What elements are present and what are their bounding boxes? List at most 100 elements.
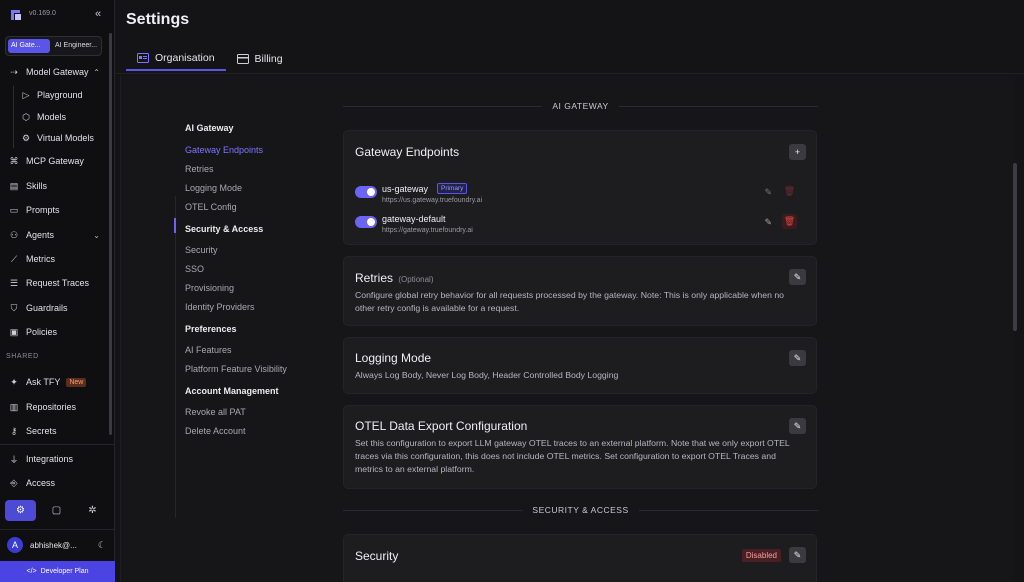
workspace-tab-ai-engineering[interactable]: AI Engineer... <box>52 39 98 53</box>
plug-icon: ⏚ <box>9 454 19 465</box>
tab-label: Billing <box>254 53 283 65</box>
sidebar-item-ask-tfy[interactable]: ✦ Ask TFY New <box>0 371 108 393</box>
subnav-item-gateway-endpoints[interactable]: Gateway Endpoints <box>185 145 263 155</box>
trash-icon[interactable]: 🗑 <box>782 214 797 229</box>
subnav-item-sso[interactable]: SSO <box>185 264 204 274</box>
main-content: Settings Organisation Billing AI Gateway… <box>115 0 1024 582</box>
agent-icon: ⚇ <box>9 229 19 240</box>
tab-billing[interactable]: Billing <box>226 47 294 71</box>
sidebar-item-metrics[interactable]: ⟋ Metrics <box>0 248 108 270</box>
section-divider-security-access: SECURITY & ACCESS <box>343 504 819 516</box>
subnav-group-ai-gateway: AI Gateway <box>185 123 234 133</box>
shield-icon: ⛉ <box>10 302 18 313</box>
new-badge: New <box>66 377 87 387</box>
sidebar-item-label: Skills <box>26 181 48 191</box>
endpoint-toggle[interactable] <box>355 186 377 198</box>
subnav-item-ai-features[interactable]: AI Features <box>185 345 232 355</box>
sidebar-item-virtual-models[interactable]: ⚙ Virtual Models <box>0 127 108 149</box>
card-description: Always Log Body, Never Log Body, Header … <box>355 370 619 380</box>
sidebar-icon-row: ⚙ ▢ ✲ <box>5 500 108 521</box>
skills-icon: ▤ <box>9 180 19 191</box>
sidebar-item-label: Ask TFY <box>26 377 61 387</box>
sidebar-item-label: Model Gateway <box>26 67 89 77</box>
pencil-icon: ✎ <box>793 352 802 363</box>
chat-icon[interactable]: ▢ <box>41 500 72 521</box>
subnav-item-platform-feature-visibility[interactable]: Platform Feature Visibility <box>185 364 287 374</box>
sidebar-item-label: Playground <box>37 90 83 100</box>
tab-organisation[interactable]: Organisation <box>126 47 226 71</box>
sidebar-item-label: Request Traces <box>26 278 90 288</box>
sidebar-item-integrations[interactable]: ⏚ Integrations <box>0 448 108 470</box>
section-title: SECURITY & ACCESS <box>532 505 629 515</box>
sidebar-item-model-gateway[interactable]: ⇢ Model Gateway ⌃ <box>0 61 108 83</box>
subnav-item-provisioning[interactable]: Provisioning <box>185 283 234 293</box>
sidebar-item-label: Policies <box>26 327 58 337</box>
card-title: OTEL Data Export Configuration <box>355 419 528 433</box>
user-name: abhishek@... <box>30 540 77 550</box>
sidebar-item-label: Virtual Models <box>37 133 94 143</box>
settings-tabs: Organisation Billing <box>126 47 294 71</box>
subnav-item-revoke-all-pat[interactable]: Revoke all PAT <box>185 407 246 417</box>
add-endpoint-button[interactable]: + <box>789 144 806 160</box>
subnav-group-account-management: Account Management <box>185 386 279 396</box>
card-title: Logging Mode <box>355 351 432 365</box>
section-title: AI GATEWAY <box>552 101 609 111</box>
sidebar-item-policies[interactable]: ▣ Policies <box>0 321 108 343</box>
avatar[interactable]: A <box>7 537 23 553</box>
endpoint-name: us-gateway <box>382 184 429 194</box>
sidebar-item-prompts[interactable]: ▭ Prompts <box>0 199 108 221</box>
edit-logging-button[interactable]: ✎ <box>789 350 806 366</box>
subnav-item-security[interactable]: Security <box>185 245 218 255</box>
truefoundry-logo-icon[interactable] <box>9 8 23 22</box>
user-menu[interactable]: A abhishek@... ☾ <box>7 536 109 554</box>
double-chevron-left-icon[interactable]: « <box>95 8 101 20</box>
sidebar-item-agents[interactable]: ⚇ Agents ⌄ <box>0 224 108 246</box>
sparkle-icon: ✦ <box>10 376 18 387</box>
sidebar-item-access[interactable]: ⎆ Access <box>0 472 108 494</box>
subnav-item-otel-config[interactable]: OTEL Config <box>185 202 237 212</box>
sidebar-item-guardrails[interactable]: ⛉ Guardrails <box>0 297 108 319</box>
pencil-icon: ✎ <box>793 420 802 431</box>
settings-gear-icon[interactable]: ⚙ <box>5 500 36 521</box>
subnav-group-preferences: Preferences <box>185 324 237 334</box>
sidebar-item-playground[interactable]: ▷ Playground <box>0 84 108 106</box>
card-title: Retries (Optional) <box>355 271 433 285</box>
sidebar: v0.169.0 « AI Gate... AI Engineer... ⇢ M… <box>0 0 115 582</box>
sidebar-item-secrets[interactable]: ⚷ Secrets <box>0 420 108 442</box>
sidebar-item-label: Agents <box>26 230 55 240</box>
gateway-icon: ⇢ <box>10 66 18 77</box>
subnav-item-delete-account[interactable]: Delete Account <box>185 426 246 436</box>
key-icon: ⚷ <box>10 425 18 436</box>
endpoint-name: gateway-default <box>382 214 446 224</box>
endpoint-toggle[interactable] <box>355 216 377 228</box>
subnav-item-logging-mode[interactable]: Logging Mode <box>185 183 242 193</box>
developer-plan-button[interactable]: </> Developer Plan <box>0 561 115 582</box>
sidebar-item-models[interactable]: ⬡ Models <box>0 106 108 128</box>
pencil-icon: ✎ <box>793 549 802 560</box>
card-title: Gateway Endpoints <box>355 145 460 159</box>
sidebar-item-repositories[interactable]: ▥ Repositories <box>0 396 108 418</box>
workspace-tab-ai-gateway[interactable]: AI Gate... <box>8 39 50 53</box>
repo-icon: ▥ <box>9 401 19 412</box>
subnav-item-retries[interactable]: Retries <box>185 164 214 174</box>
sidebar-scrollbar[interactable] <box>109 33 112 435</box>
moon-icon[interactable]: ☾ <box>98 540 106 551</box>
subnav-item-identity-providers[interactable]: Identity Providers <box>185 302 255 312</box>
sidebar-item-mcp-gateway[interactable]: ⌘ MCP Gateway <box>0 150 108 172</box>
pencil-icon[interactable]: ✎ <box>764 187 772 198</box>
sidebar-item-request-traces[interactable]: ☰ Request Traces <box>0 272 108 294</box>
trash-icon[interactable]: 🗑 <box>782 184 797 199</box>
edit-security-button[interactable]: ✎ <box>789 547 806 563</box>
retries-card: Retries (Optional) ✎ Configure global re… <box>343 256 817 326</box>
sidebar-item-skills[interactable]: ▤ Skills <box>0 175 108 197</box>
org-card-icon <box>137 53 149 63</box>
content-scrollbar[interactable] <box>1013 163 1017 331</box>
edit-otel-button[interactable]: ✎ <box>789 418 806 434</box>
bug-icon[interactable]: ✲ <box>77 500 108 521</box>
edit-retries-button[interactable]: ✎ <box>789 269 806 285</box>
section-divider-ai-gateway: AI GATEWAY <box>343 100 819 112</box>
code-icon: </> <box>26 568 37 575</box>
sidebar-item-label: Access <box>26 478 56 488</box>
primary-badge: Primary <box>437 183 468 194</box>
pencil-icon[interactable]: ✎ <box>764 217 772 228</box>
